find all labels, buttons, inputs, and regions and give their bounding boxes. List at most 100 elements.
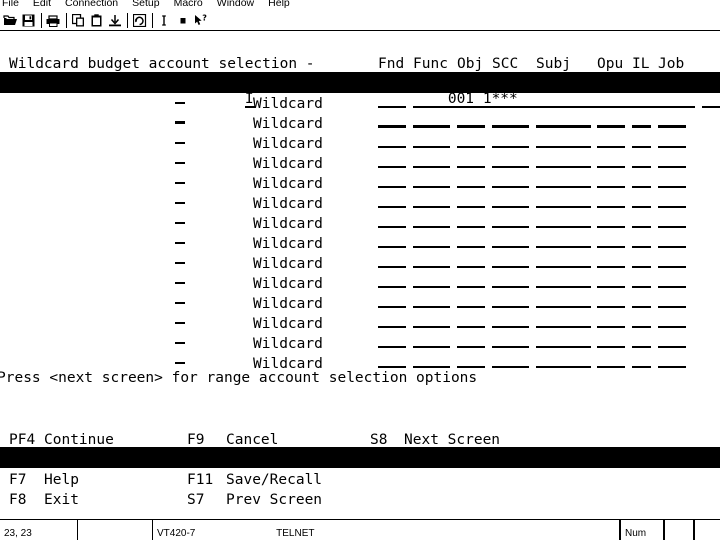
field-fnd[interactable] — [378, 94, 406, 108]
terminal-screen[interactable]: PABMNT - Permanent Account Balance Maint… — [0, 32, 720, 515]
field-il[interactable] — [632, 334, 651, 348]
field-job[interactable] — [658, 154, 686, 168]
field-subj[interactable] — [536, 234, 591, 248]
field-opu[interactable] — [597, 174, 625, 188]
field-il[interactable] — [632, 254, 651, 268]
field-opu[interactable] — [597, 154, 625, 168]
field-opu[interactable] — [597, 274, 625, 288]
field-func[interactable] — [413, 294, 450, 308]
field-subj[interactable] — [536, 114, 591, 128]
menu-item-window[interactable]: Window — [210, 0, 261, 10]
field-il[interactable] — [632, 234, 651, 248]
field-il[interactable] — [632, 214, 651, 228]
field-subj[interactable] — [536, 94, 591, 108]
include-exclude-field[interactable] — [175, 190, 185, 204]
field-il[interactable] — [632, 114, 651, 128]
field-il[interactable] — [632, 194, 651, 208]
save-icon[interactable] — [20, 13, 37, 29]
field-job[interactable] — [658, 294, 686, 308]
field-func[interactable] — [413, 94, 450, 108]
field-scc[interactable] — [492, 134, 529, 148]
function-key-s7[interactable]: S7 — [187, 490, 204, 510]
field-obj[interactable] — [457, 134, 485, 148]
field-fnd[interactable] — [378, 274, 406, 288]
field-job[interactable] — [658, 114, 686, 128]
open-file-icon[interactable] — [2, 13, 19, 29]
field-func[interactable] — [413, 214, 450, 228]
field-job[interactable] — [658, 274, 686, 288]
field-subj[interactable] — [536, 274, 591, 288]
field-scc[interactable] — [492, 234, 529, 248]
field-obj[interactable] — [457, 274, 485, 288]
field-fnd[interactable] — [378, 294, 406, 308]
field-subj[interactable] — [536, 174, 591, 188]
print-icon[interactable] — [45, 13, 62, 29]
field-opu[interactable] — [597, 334, 625, 348]
field-opu[interactable] — [597, 194, 625, 208]
include-exclude-field[interactable] — [175, 170, 185, 184]
field-il[interactable] — [632, 314, 651, 328]
field-func[interactable] — [413, 254, 450, 268]
connect-icon[interactable] — [106, 13, 123, 29]
field-subj[interactable] — [536, 294, 591, 308]
function-key-s8[interactable]: S8 — [370, 430, 387, 450]
field-subj[interactable] — [536, 194, 591, 208]
field-job[interactable] — [658, 314, 686, 328]
field-scc[interactable] — [492, 154, 529, 168]
field-func[interactable] — [413, 274, 450, 288]
include-exclude-field[interactable] — [175, 310, 185, 324]
field-obj[interactable] — [457, 354, 485, 368]
field-func[interactable] — [413, 234, 450, 248]
field-job[interactable] — [658, 134, 686, 148]
field-fnd[interactable] — [378, 354, 406, 368]
field-obj[interactable] — [457, 194, 485, 208]
field-il[interactable] — [632, 174, 651, 188]
field-fnd[interactable] — [378, 134, 406, 148]
field-func[interactable] — [413, 334, 450, 348]
include-exclude-field[interactable] — [175, 130, 185, 144]
field-subj[interactable] — [536, 314, 591, 328]
field-obj[interactable] — [457, 294, 485, 308]
field-il[interactable] — [632, 354, 651, 368]
field-job[interactable] — [658, 254, 686, 268]
field-fnd[interactable] — [378, 254, 406, 268]
field-opu[interactable] — [597, 254, 625, 268]
field-fnd[interactable] — [378, 214, 406, 228]
field-obj[interactable] — [457, 114, 485, 128]
field-scc[interactable] — [492, 334, 529, 348]
field-opu[interactable] — [597, 114, 625, 128]
field-obj[interactable] — [457, 254, 485, 268]
field-obj[interactable] — [457, 94, 485, 108]
field-il[interactable] — [632, 274, 651, 288]
field-scc[interactable] — [492, 314, 529, 328]
help-pointer-icon[interactable]: ? — [192, 13, 209, 29]
field-opu[interactable] — [597, 294, 625, 308]
field-scc[interactable] — [492, 274, 529, 288]
field-fnd[interactable] — [378, 154, 406, 168]
menu-item-connection[interactable]: Connection — [58, 0, 125, 10]
field-fnd[interactable] — [378, 114, 406, 128]
paste-icon[interactable] — [88, 13, 105, 29]
function-key-pf4[interactable]: PF4 — [9, 430, 35, 450]
field-opu[interactable] — [597, 234, 625, 248]
field-subj[interactable] — [536, 334, 591, 348]
field-job[interactable] — [658, 94, 686, 108]
field-scc[interactable] — [492, 174, 529, 188]
field-func[interactable] — [413, 174, 450, 188]
field-scc[interactable] — [492, 94, 529, 108]
field-func[interactable] — [413, 194, 450, 208]
field-obj[interactable] — [457, 234, 485, 248]
field-job[interactable] — [658, 174, 686, 188]
field-subj[interactable] — [536, 154, 591, 168]
field-il[interactable] — [632, 154, 651, 168]
field-il[interactable] — [632, 134, 651, 148]
field-func[interactable] — [413, 314, 450, 328]
field-scc[interactable] — [492, 214, 529, 228]
field-scc[interactable] — [492, 354, 529, 368]
field-il[interactable] — [632, 294, 651, 308]
field-il[interactable] — [632, 94, 651, 108]
field-opu[interactable] — [597, 354, 625, 368]
field-obj[interactable] — [457, 214, 485, 228]
menu-item-help[interactable]: Help — [261, 0, 297, 10]
include-exclude-field[interactable] — [175, 270, 185, 284]
